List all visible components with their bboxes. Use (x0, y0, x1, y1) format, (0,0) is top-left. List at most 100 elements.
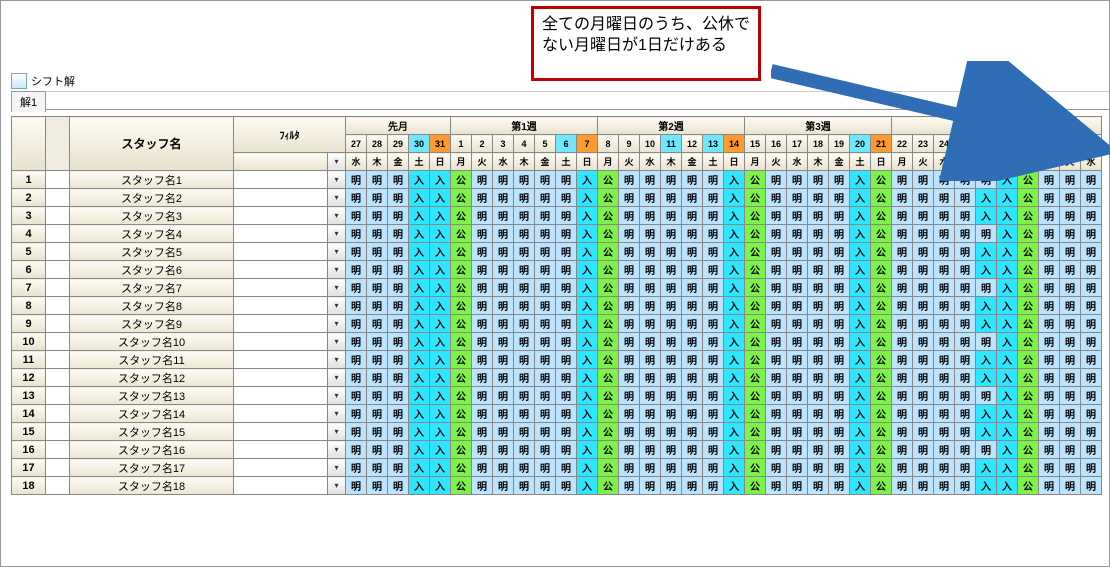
shift-cell[interactable]: 入 (577, 405, 598, 423)
row-filter-dropdown[interactable] (328, 315, 346, 333)
shift-cell[interactable]: 明 (829, 405, 850, 423)
shift-cell[interactable]: 明 (703, 441, 724, 459)
shift-cell[interactable]: 入 (577, 243, 598, 261)
shift-cell[interactable]: 明 (766, 477, 787, 495)
shift-cell[interactable]: 入 (724, 189, 745, 207)
tab-solution-1[interactable]: 解1 (11, 91, 46, 112)
shift-cell[interactable]: 明 (808, 351, 829, 369)
shift-cell[interactable]: 公 (871, 423, 892, 441)
shift-cell[interactable]: 明 (1039, 279, 1060, 297)
shift-cell[interactable]: 入 (997, 207, 1018, 225)
row-filter-dropdown[interactable] (328, 369, 346, 387)
shift-cell[interactable]: 明 (787, 225, 808, 243)
shift-cell[interactable]: 明 (346, 459, 367, 477)
shift-cell[interactable]: 公 (598, 477, 619, 495)
shift-cell[interactable]: 明 (766, 189, 787, 207)
shift-cell[interactable]: 入 (577, 171, 598, 189)
shift-cell[interactable]: 公 (598, 297, 619, 315)
shift-cell[interactable]: 公 (745, 477, 766, 495)
shift-cell[interactable]: 明 (388, 279, 409, 297)
shift-cell[interactable]: 明 (535, 459, 556, 477)
row-filter-dropdown[interactable] (328, 243, 346, 261)
row-index[interactable]: 3 (12, 207, 46, 225)
shift-cell[interactable]: 入 (577, 477, 598, 495)
shift-cell[interactable]: 明 (1060, 423, 1081, 441)
shift-cell[interactable]: 明 (766, 441, 787, 459)
staff-name-cell[interactable]: スタッフ名15 (70, 423, 234, 441)
day-number-header[interactable]: 9 (619, 135, 640, 153)
shift-cell[interactable]: 入 (724, 315, 745, 333)
shift-cell[interactable]: 明 (493, 207, 514, 225)
shift-cell[interactable]: 明 (808, 369, 829, 387)
shift-cell[interactable]: 明 (808, 279, 829, 297)
shift-cell[interactable]: 明 (367, 441, 388, 459)
shift-cell[interactable]: 明 (829, 423, 850, 441)
shift-cell[interactable]: 明 (892, 369, 913, 387)
shift-cell[interactable]: 明 (934, 297, 955, 315)
shift-cell[interactable]: 入 (724, 405, 745, 423)
shift-cell[interactable]: 入 (997, 459, 1018, 477)
shift-cell[interactable]: 明 (346, 243, 367, 261)
shift-cell[interactable]: 明 (703, 279, 724, 297)
shift-cell[interactable]: 入 (409, 333, 430, 351)
shift-cell[interactable]: 公 (1018, 351, 1039, 369)
shift-cell[interactable]: 入 (724, 207, 745, 225)
shift-cell[interactable]: 明 (934, 369, 955, 387)
shift-cell[interactable]: 公 (871, 333, 892, 351)
shift-cell[interactable]: 明 (556, 225, 577, 243)
shift-cell[interactable]: 入 (577, 351, 598, 369)
shift-cell[interactable]: 明 (640, 297, 661, 315)
shift-cell[interactable]: 明 (913, 279, 934, 297)
shift-cell[interactable]: 明 (1039, 225, 1060, 243)
row-index[interactable]: 16 (12, 441, 46, 459)
shift-cell[interactable]: 公 (451, 333, 472, 351)
shift-cell[interactable]: 明 (661, 261, 682, 279)
shift-cell[interactable]: 明 (367, 477, 388, 495)
shift-cell[interactable]: 明 (514, 369, 535, 387)
shift-cell[interactable]: 明 (535, 405, 556, 423)
shift-cell[interactable]: 明 (808, 441, 829, 459)
shift-cell[interactable]: 明 (682, 171, 703, 189)
shift-cell[interactable]: 明 (619, 477, 640, 495)
shift-cell[interactable]: 入 (976, 423, 997, 441)
shift-cell[interactable]: 明 (388, 405, 409, 423)
shift-cell[interactable]: 明 (829, 315, 850, 333)
shift-cell[interactable]: 明 (367, 225, 388, 243)
staff-name-cell[interactable]: スタッフ名13 (70, 387, 234, 405)
shift-cell[interactable]: 明 (472, 441, 493, 459)
shift-cell[interactable]: 明 (367, 351, 388, 369)
shift-cell[interactable]: 入 (409, 261, 430, 279)
shift-cell[interactable]: 明 (346, 297, 367, 315)
shift-cell[interactable]: 明 (367, 459, 388, 477)
shift-cell[interactable]: 明 (514, 315, 535, 333)
shift-cell[interactable]: 明 (640, 477, 661, 495)
shift-cell[interactable]: 明 (955, 243, 976, 261)
shift-cell[interactable]: 明 (808, 225, 829, 243)
shift-cell[interactable]: 明 (934, 477, 955, 495)
shift-cell[interactable]: 入 (430, 261, 451, 279)
shift-cell[interactable]: 明 (619, 207, 640, 225)
shift-cell[interactable]: 入 (724, 351, 745, 369)
shift-cell[interactable]: 入 (409, 189, 430, 207)
shift-cell[interactable]: 明 (976, 279, 997, 297)
row-filter-dropdown[interactable] (328, 405, 346, 423)
shift-cell[interactable]: 入 (997, 441, 1018, 459)
shift-cell[interactable]: 入 (409, 297, 430, 315)
shift-cell[interactable]: 公 (451, 459, 472, 477)
shift-grid-scroll[interactable]: スタッフ名ﾌｨﾙﾀ先月第1週第2週第3週27282930311234567891… (11, 116, 1109, 566)
shift-cell[interactable]: 公 (745, 225, 766, 243)
row-index[interactable]: 13 (12, 387, 46, 405)
shift-cell[interactable]: 明 (535, 207, 556, 225)
day-number-header[interactable]: 2 (472, 135, 493, 153)
shift-cell[interactable]: 入 (976, 369, 997, 387)
staff-name-cell[interactable]: スタッフ名12 (70, 369, 234, 387)
shift-cell[interactable]: 明 (619, 171, 640, 189)
shift-cell[interactable]: 明 (661, 189, 682, 207)
shift-cell[interactable]: 明 (388, 477, 409, 495)
shift-cell[interactable]: 明 (346, 351, 367, 369)
shift-cell[interactable]: 明 (1081, 225, 1102, 243)
shift-cell[interactable]: 明 (661, 459, 682, 477)
shift-cell[interactable]: 明 (493, 423, 514, 441)
staff-name-cell[interactable]: スタッフ名16 (70, 441, 234, 459)
shift-cell[interactable]: 明 (367, 297, 388, 315)
